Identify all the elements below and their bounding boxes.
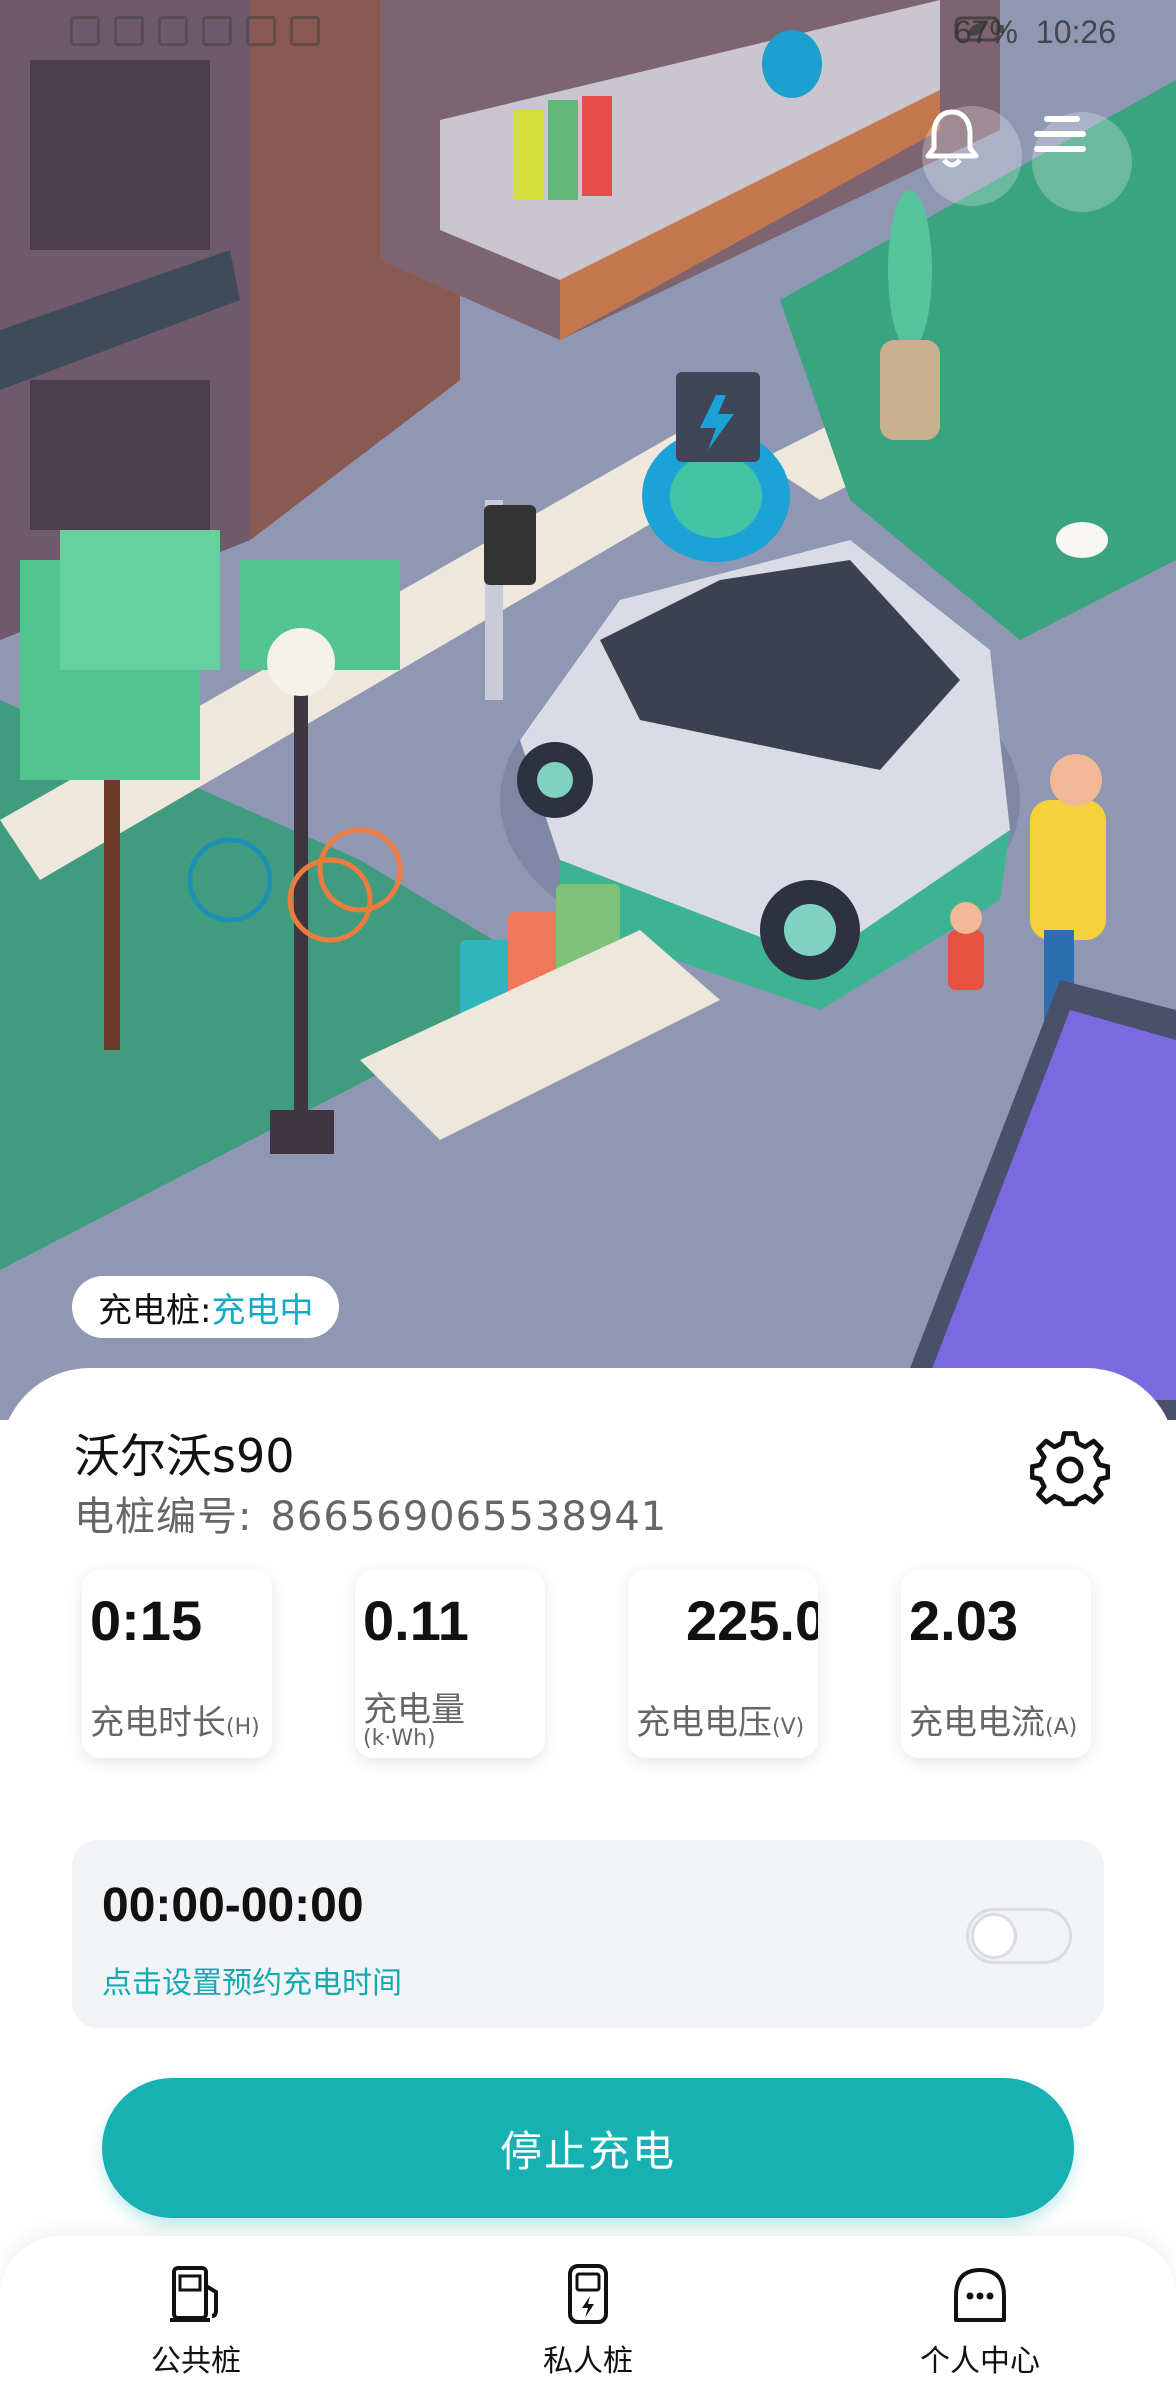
schedule-time: 00:00-00:00 [102,1879,364,1932]
stat-energy-label: 充电量 [363,1690,465,1730]
stat-energy: 0.11 充电量 (k·Wh) [355,1570,545,1758]
schedule-hint-link[interactable]: 点击设置预约充电时间 [102,1958,402,2002]
charger-status-label: 充电桩: [98,1290,212,1331]
stat-current-value: 2.03 [909,1589,1018,1652]
alarm-icon [246,16,276,46]
signal-icon [114,16,144,46]
stat-duration-unit: (H) [226,1715,260,1740]
tab-private-charger[interactable]: 私人桩 [488,2262,688,2380]
hd-icon [70,16,100,46]
stat-voltage-value: 225.0 [686,1589,818,1652]
stat-voltage-label: 充电电压(V) [636,1703,805,1743]
charging-pile-icon [170,2266,218,2322]
tab-public-charger-label: 公共桩 [151,2344,241,2379]
stat-energy-value: 0.11 [363,1589,469,1652]
charger-status-chip: 充电桩: 充电中 [72,1276,340,1338]
bottom-tab-bar: 公共桩 私人桩 个人中心 [0,2236,1176,2400]
tab-private-charger-label: 私人桩 [543,2344,633,2379]
stat-current-unit: (A) [1045,1715,1078,1740]
pile-number: 866569065538941 [270,1494,668,1540]
bell-icon [925,109,979,168]
stat-duration: 0:15 充电时长(H) [82,1570,272,1758]
schedule-card[interactable]: 00:00-00:00 点击设置预约充电时间 [72,1840,1104,2028]
tab-profile[interactable]: 个人中心 [880,2262,1080,2380]
menu-button[interactable] [1032,112,1132,212]
pile-number-row: 电桩编号: 866569065538941 [74,1484,667,1542]
wifi-icon [158,16,188,46]
city-scene-illustration [0,0,1176,1420]
pile-number-label: 电桩编号: [74,1494,253,1540]
private-charger-icon [568,2264,608,2324]
charger-status-value: 充电中 [211,1290,314,1331]
status-icons-right: 67% 10:26 [954,14,1116,51]
gear-icon [1029,1431,1111,1507]
clock: 10:26 [1035,14,1116,50]
notification-button[interactable] [922,106,1022,206]
stat-current-label: 充电电流(A) [909,1703,1078,1743]
profile-icon [954,2268,1006,2322]
toggle-knob [971,1913,1017,1959]
stat-duration-label: 充电时长(H) [90,1703,260,1743]
hero-illustration: 67% 10:26 [0,0,1176,1420]
stat-voltage: 225.0 充电电压(V) [628,1570,818,1758]
stat-duration-value: 0:15 [90,1589,203,1652]
settings-button[interactable] [1029,1428,1111,1508]
stat-energy-unit: (k·Wh) [363,1726,436,1751]
stop-charging-button[interactable]: 停止充电 [102,2078,1074,2218]
stat-current: 2.03 充电电流(A) [901,1570,1091,1758]
tab-profile-label: 个人中心 [920,2344,1040,2379]
battery-icon [954,16,1004,42]
nfc-icon [202,16,232,46]
menu-icon [1034,116,1086,152]
bluetooth-icon [290,16,320,46]
stat-voltage-unit: (V) [772,1715,805,1740]
schedule-toggle[interactable] [966,1908,1072,1964]
tab-public-charger[interactable]: 公共桩 [96,2262,296,2380]
status-icons-left [70,16,320,46]
vehicle-name: 沃尔沃s90 [74,1429,295,1483]
status-bar: 67% 10:26 [0,0,1176,70]
